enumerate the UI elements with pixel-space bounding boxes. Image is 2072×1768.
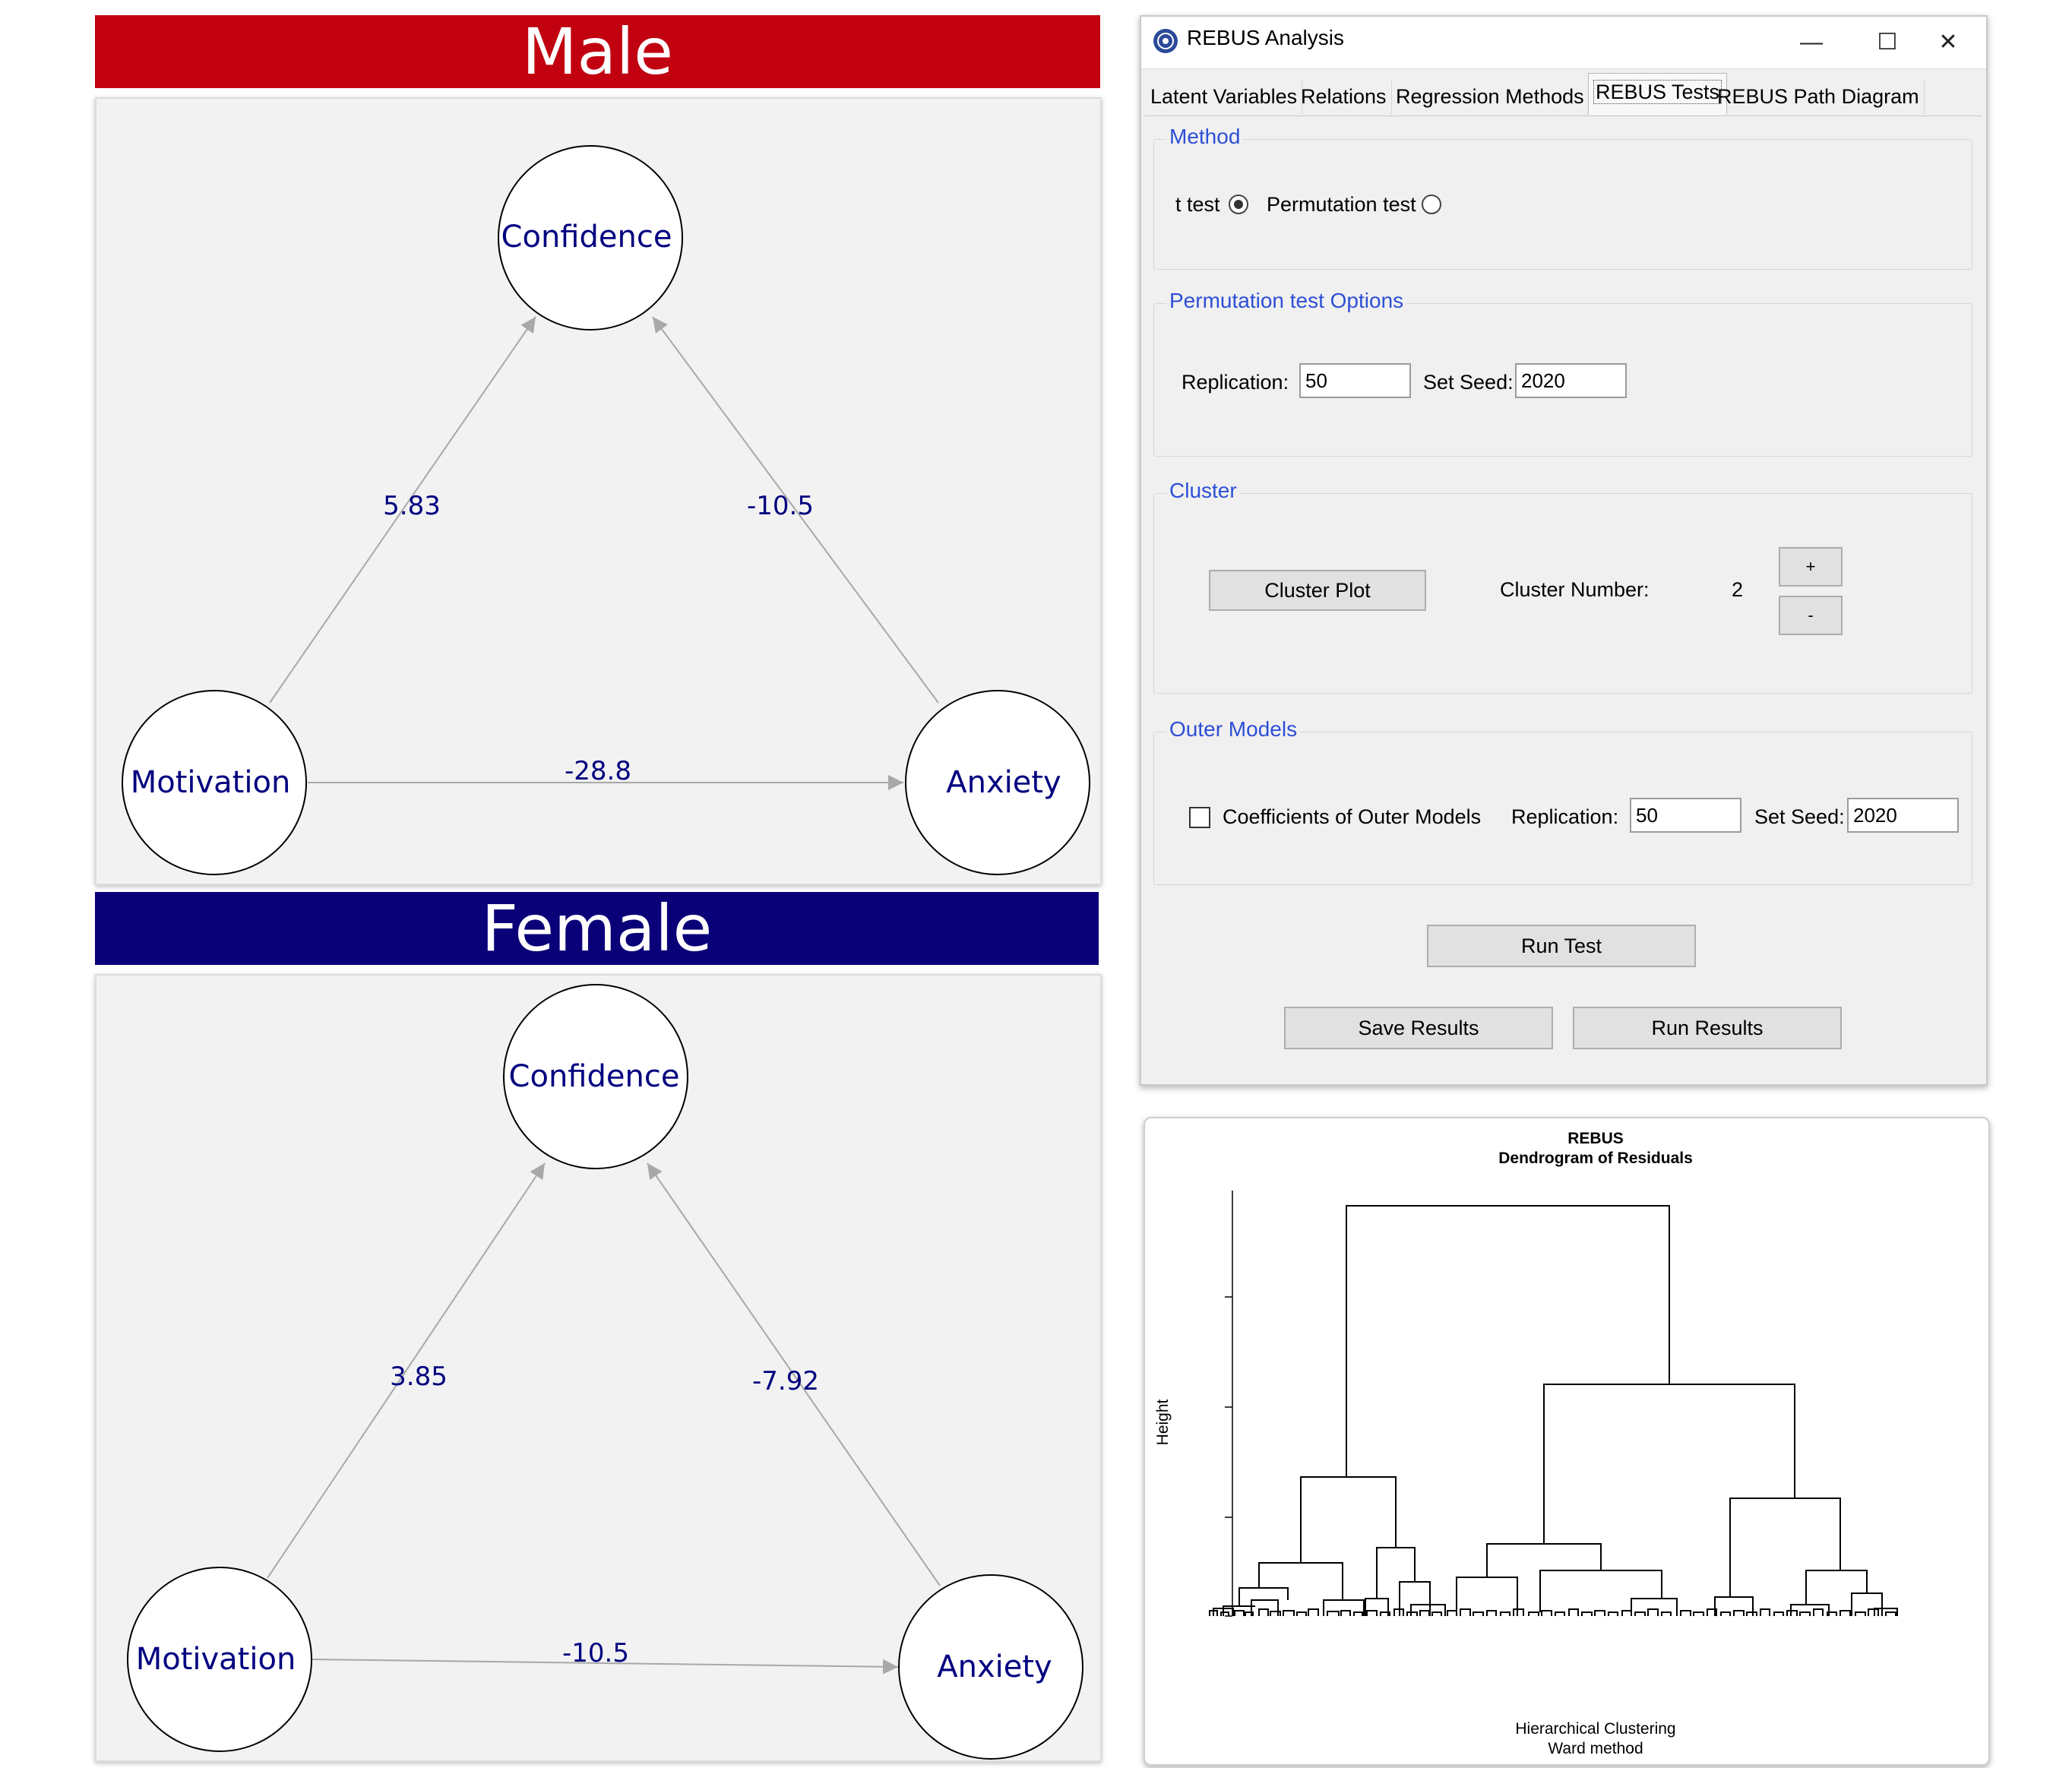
cluster-plot-button[interactable]: Cluster Plot (1209, 570, 1426, 611)
tab-rebus-tests[interactable]: REBUS Tests (1588, 73, 1728, 115)
edge-label-anxiety-confidence: -10.5 (747, 491, 814, 521)
outer-models-title: Outer Models (1166, 717, 1301, 742)
dendrogram-y-axis (1225, 1191, 1233, 1617)
tab-latent-variables[interactable]: Latent Variables (1146, 79, 1303, 114)
replication-input[interactable]: 50 (1299, 363, 1411, 398)
tab-rebus-path-diagram[interactable]: REBUS Path Diagram (1713, 79, 1925, 114)
edge-label-anxiety-confidence: -7.92 (752, 1366, 819, 1396)
window-title: REBUS Analysis (1187, 26, 1344, 49)
permutation-test-radio[interactable] (1422, 195, 1441, 214)
minimize-button[interactable]: — (1773, 17, 1849, 68)
node-motivation-label: Motivation (136, 1642, 296, 1677)
edge-label-motivation-anxiety: -10.5 (562, 1638, 629, 1668)
node-motivation-label: Motivation (131, 765, 291, 800)
cluster-increment-button[interactable]: + (1779, 547, 1843, 587)
tab-relations[interactable]: Relations (1296, 79, 1392, 114)
outer-set-seed-input[interactable]: 2020 (1847, 798, 1959, 833)
male-path-diagram: Confidence Motivation Anxiety 5.83 -10.5… (95, 97, 1102, 885)
dendrogram-subtitle: Dendrogram of Residuals (1498, 1150, 1693, 1167)
permutation-options-group: Permutation test Options Replication: 50… (1153, 289, 1972, 457)
outer-replication-label: Replication: (1511, 805, 1619, 828)
replication-label: Replication: (1182, 371, 1289, 394)
cluster-decrement-button[interactable]: - (1779, 596, 1843, 635)
rebus-analysis-window: REBUS Analysis — ☐ ✕ Latent Variables Re… (1140, 15, 1988, 1086)
cluster-group: Cluster Cluster Plot Cluster Number: 2 +… (1153, 479, 1972, 694)
outer-models-checkbox-label: Coefficients of Outer Models (1223, 805, 1482, 828)
dendrogram-panel: REBUS Dendrogram of Residuals Height Hie… (1144, 1117, 1990, 1766)
dendrogram-ylabel: Height (1154, 1399, 1172, 1445)
edge-label-motivation-confidence: 5.83 (383, 491, 441, 521)
app-logo-icon (1153, 29, 1178, 53)
t-test-label: t test (1175, 193, 1220, 216)
male-title: Male (522, 14, 673, 89)
female-path-diagram: Confidence Motivation Anxiety 3.85 -7.92… (95, 974, 1102, 1762)
method-group: Method t test Permutation test (1153, 125, 1972, 270)
cluster-number-value: 2 (1732, 578, 1744, 601)
tab-regression-methods[interactable]: Regression Methods (1391, 79, 1590, 114)
cluster-group-title: Cluster (1166, 479, 1240, 503)
permutation-test-label: Permutation test (1267, 193, 1416, 216)
female-title: Female (481, 891, 713, 966)
outer-models-group: Outer Models Coefficients of Outer Model… (1153, 717, 1972, 885)
dendrogram-svg: REBUS Dendrogram of Residuals Height Hie… (1154, 1130, 1898, 1757)
dendrogram-xlabel-line2: Ward method (1548, 1740, 1643, 1757)
dendrogram-title: REBUS (1567, 1130, 1624, 1147)
female-diagram-svg: Confidence Motivation Anxiety 3.85 -7.92… (127, 984, 1083, 1760)
male-banner: Male (95, 15, 1100, 88)
node-anxiety-label: Anxiety (937, 1649, 1052, 1684)
female-banner: Female (95, 892, 1099, 965)
node-confidence-label: Confidence (501, 220, 672, 255)
outer-replication-input[interactable]: 50 (1630, 798, 1741, 833)
t-test-radio-dot (1234, 200, 1243, 209)
tab-rebus-tests-label: REBUS Tests (1593, 80, 1722, 104)
set-seed-input[interactable]: 2020 (1515, 363, 1627, 398)
dendrogram-tree (1209, 1205, 1898, 1616)
save-results-button[interactable]: Save Results (1284, 1007, 1553, 1049)
edge-label-motivation-confidence: 3.85 (390, 1362, 448, 1392)
male-diagram-svg: Confidence Motivation Anxiety 5.83 -10.5… (122, 145, 1090, 875)
method-group-title: Method (1166, 125, 1244, 149)
node-confidence-label: Confidence (509, 1059, 680, 1094)
title-bar[interactable]: REBUS Analysis — ☐ ✕ (1141, 17, 1986, 69)
outer-models-checkbox[interactable] (1189, 807, 1210, 828)
outer-set-seed-label: Set Seed: (1754, 805, 1845, 828)
close-button[interactable]: ✕ (1910, 17, 1986, 68)
edge-label-motivation-anxiety: -28.8 (565, 756, 631, 786)
node-anxiety-label: Anxiety (946, 765, 1061, 800)
t-test-radio[interactable] (1229, 195, 1248, 214)
rebus-tests-tab-body: Method t test Permutation test Permutati… (1144, 115, 1982, 1081)
cluster-number-label: Cluster Number: (1500, 578, 1650, 601)
run-test-button[interactable]: Run Test (1427, 925, 1696, 967)
dendrogram-xlabel-line1: Hierarchical Clustering (1515, 1720, 1675, 1738)
run-results-button[interactable]: Run Results (1573, 1007, 1842, 1049)
permutation-options-title: Permutation test Options (1166, 289, 1407, 313)
set-seed-label: Set Seed: (1423, 371, 1514, 394)
